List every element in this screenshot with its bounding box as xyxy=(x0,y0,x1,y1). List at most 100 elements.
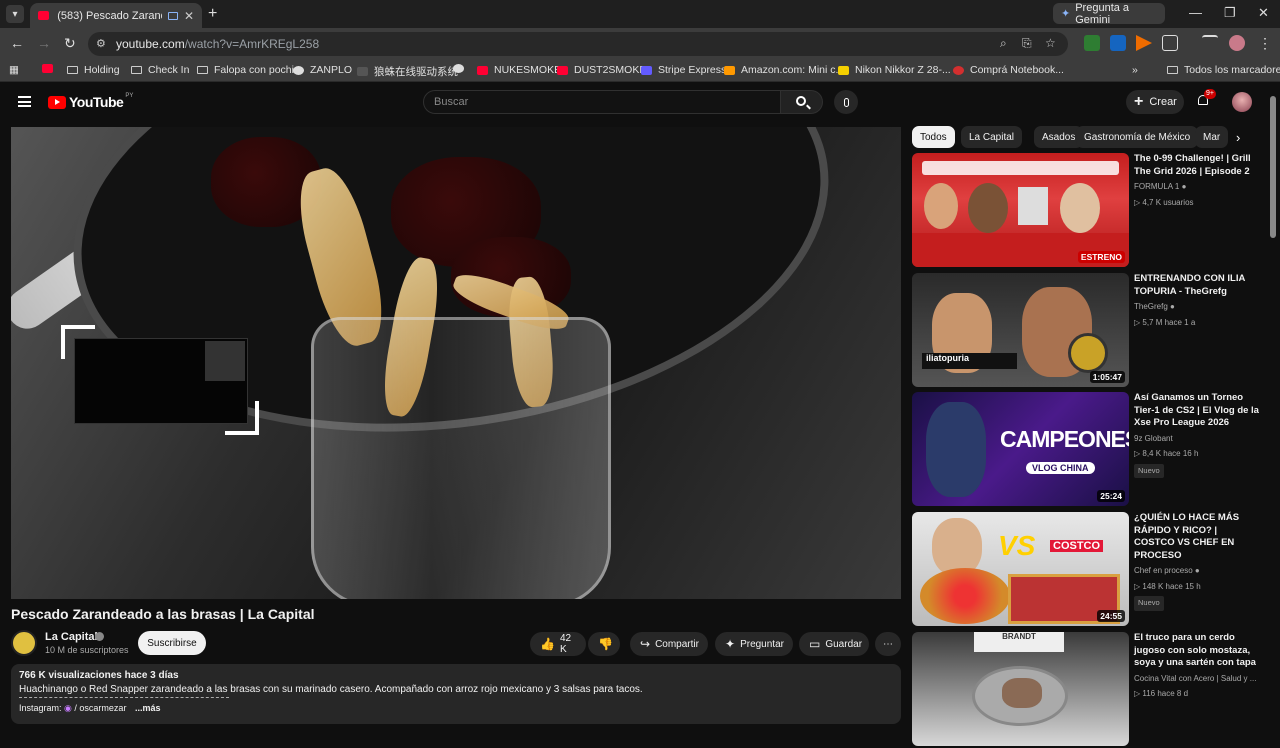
bookmark-folder[interactable]: Falopa con pochi xyxy=(197,64,294,76)
chip-gastronomia[interactable]: Gastronomía de México xyxy=(1076,126,1199,148)
address-bar[interactable]: ⚙ youtube.com/watch?v=AmrKREgL258 ⌕ ⎘ ☆ xyxy=(88,32,1068,56)
video-duration: 24:55 xyxy=(1097,610,1125,622)
recommendation-title[interactable]: The 0-99 Challenge! | Grill The Grid 202… xyxy=(1134,153,1260,178)
recommendation-meta: ▷ 8,4 K hace 16 h xyxy=(1134,449,1199,458)
pip-window[interactable] xyxy=(74,338,248,424)
minimize-window-icon[interactable]: — xyxy=(1189,5,1202,20)
channel-name[interactable]: La Capital xyxy=(45,631,98,643)
bookmark-star-icon[interactable]: ☆ xyxy=(1045,36,1056,50)
recommendation-meta: ▷ 4,7 K usuarios xyxy=(1134,197,1194,207)
search-input[interactable] xyxy=(434,96,764,108)
more-actions-button[interactable]: ⋯ xyxy=(875,632,901,656)
recommendation-channel[interactable]: Cocina Vital con Acero | Salud y ... xyxy=(1134,673,1260,686)
extension-play-icon[interactable] xyxy=(1136,35,1152,51)
recommendation-channel[interactable]: FORMULA 1 ● xyxy=(1134,181,1260,194)
recommendation-item[interactable]: VS COSTCO 24:55 ¿QUIÉN LO HACE MÁS RÁPID… xyxy=(912,512,1260,628)
reload-icon[interactable]: ↻ xyxy=(64,35,76,52)
recommendation-title[interactable]: ENTRENANDO CON ILIA TOPURIA - TheGrefg xyxy=(1134,273,1260,298)
extensions-puzzle-icon[interactable] xyxy=(1162,35,1178,51)
extension-icon[interactable] xyxy=(1084,35,1100,51)
tab-search-button[interactable]: ▾ xyxy=(6,5,24,23)
description-box[interactable]: 766 K visualizaciones hace 3 días Huachi… xyxy=(11,664,901,724)
show-more-link[interactable]: ...más xyxy=(135,703,161,713)
search-button[interactable] xyxy=(781,90,823,114)
close-window-icon[interactable]: ✕ xyxy=(1258,5,1269,21)
folder-icon xyxy=(131,66,142,74)
recommendation-title[interactable]: El truco para un cerdo jugoso con solo m… xyxy=(1134,632,1260,670)
new-tab-button[interactable]: + xyxy=(208,5,217,23)
bookmark-link[interactable]: ZANPLO xyxy=(293,64,352,76)
recommendation-channel[interactable]: Chef en proceso ● xyxy=(1134,565,1260,578)
video-thumbnail[interactable]: VS COSTCO 24:55 xyxy=(912,512,1129,626)
chips-next-chevron-icon[interactable]: › xyxy=(1236,130,1240,145)
bookmark-link[interactable]: NUKESMOKE xyxy=(477,64,561,76)
dislike-button[interactable]: 👎 xyxy=(588,632,620,656)
bookmark-link[interactable]: Nikon Nikkor Z 28-... xyxy=(838,64,951,76)
site-info-icon[interactable]: ⚙ xyxy=(96,37,106,50)
bookmark-link[interactable]: Amazon.com: Mini c... xyxy=(724,64,844,76)
cast-icon[interactable]: ⎘ xyxy=(1022,36,1032,51)
pip-thumbnail xyxy=(205,341,245,381)
youtube-favicon-icon xyxy=(477,65,488,75)
gemini-button[interactable]: ✦ Pregunta a Gemini xyxy=(1053,2,1165,26)
recommendation-channel[interactable]: TheGrefg ● xyxy=(1134,301,1260,314)
create-label: Crear xyxy=(1149,96,1177,108)
profile-avatar-icon[interactable] xyxy=(1229,35,1245,51)
apps-grid-icon[interactable]: ▦ xyxy=(9,64,19,76)
channel-avatar[interactable] xyxy=(11,630,37,656)
bookmark-link[interactable]: Comprá Notebook... xyxy=(953,64,1064,76)
recommendation-item[interactable]: ESTRENO The 0-99 Challenge! | Grill The … xyxy=(912,153,1260,269)
share-button[interactable]: ↪ Compartir xyxy=(630,632,708,656)
recommendation-title[interactable]: ¿QUIÉN LO HACE MÁS RÁPIDO Y RICO? | COST… xyxy=(1134,512,1260,562)
chip-todos[interactable]: Todos xyxy=(912,126,955,148)
account-avatar[interactable] xyxy=(1232,92,1252,112)
media-control-icon[interactable] xyxy=(1202,35,1218,51)
save-button[interactable]: ▭ Guardar xyxy=(799,632,869,656)
subscribe-button[interactable]: Suscribirse xyxy=(138,631,206,655)
recommendation-item[interactable]: CAMPEONES VLOG CHINA 25:24 Así Ganamos u… xyxy=(912,392,1260,508)
browser-menu-icon[interactable]: ⋮ xyxy=(1258,35,1272,52)
bookmark-youtube[interactable] xyxy=(42,64,59,73)
bookmark-folder[interactable]: Check In xyxy=(131,64,189,76)
recommendation-info: Así Ganamos un Torneo Tier-1 de CS2 | El… xyxy=(1134,392,1260,478)
ask-button[interactable]: ✦ Preguntar xyxy=(715,632,793,656)
bookmark-folder[interactable]: Holding xyxy=(67,64,120,76)
pip-resize-handle[interactable] xyxy=(225,401,259,435)
bookmark-link[interactable]: 狼蛛在线驱动系统 xyxy=(357,64,458,79)
create-button[interactable]: + Crear xyxy=(1126,90,1184,114)
video-thumbnail[interactable]: BRANDT xyxy=(912,632,1129,746)
zoom-lens-icon[interactable]: ⌕ xyxy=(1000,36,1007,51)
like-button[interactable]: 👍 42 K xyxy=(530,632,586,656)
chip-mar[interactable]: Mar xyxy=(1195,126,1229,148)
video-thumbnail[interactable]: ESTRENO xyxy=(912,153,1129,267)
bookmark-link[interactable] xyxy=(453,64,470,73)
video-thumbnail[interactable]: iliatopuria 1:05:47 xyxy=(912,273,1129,387)
browser-tab[interactable]: (583) Pescado Zarandeado a ✕ xyxy=(30,3,202,28)
restore-window-icon[interactable]: ❐ xyxy=(1224,5,1236,21)
forward-arrow-icon[interactable]: → xyxy=(37,35,51,51)
extension-icon[interactable] xyxy=(1110,35,1126,51)
recommendation-item[interactable]: iliatopuria 1:05:47 ENTRENANDO CON ILIA … xyxy=(912,273,1260,389)
video-player[interactable] xyxy=(11,127,901,599)
menu-hamburger-icon[interactable] xyxy=(18,96,31,107)
pip-resize-handle[interactable] xyxy=(61,325,95,359)
more-bookmarks-button[interactable]: » xyxy=(1132,64,1138,76)
all-bookmarks-folder[interactable]: Todos los marcadores xyxy=(1167,64,1280,76)
notifications-bell-icon[interactable]: 9+ xyxy=(1196,89,1216,108)
sparkle-icon: ✦ xyxy=(725,637,736,651)
video-duration: 1:05:47 xyxy=(1089,371,1125,383)
voice-search-button[interactable] xyxy=(834,90,858,114)
page-scrollbar[interactable] xyxy=(1270,96,1276,238)
youtube-logo[interactable]: YouTube PY xyxy=(48,93,133,110)
video-thumbnail[interactable]: CAMPEONES VLOG CHINA 25:24 xyxy=(912,392,1129,506)
back-arrow-icon[interactable]: ← xyxy=(10,35,24,51)
recommendation-channel[interactable]: 9z Globant xyxy=(1134,433,1260,446)
bookmark-link[interactable]: Stripe Express xyxy=(641,64,726,76)
tab-close-icon[interactable]: ✕ xyxy=(184,9,194,23)
chip-la-capital[interactable]: La Capital xyxy=(961,126,1023,148)
bookmark-link[interactable]: DUST2SMOKE xyxy=(557,64,646,76)
thumbnail-text: CAMPEONES xyxy=(1000,426,1129,452)
instagram-link[interactable]: / oscarmezar xyxy=(74,703,126,713)
recommendation-item[interactable]: BRANDT El truco para un cerdo jugoso con… xyxy=(912,632,1260,748)
recommendation-title[interactable]: Así Ganamos un Torneo Tier-1 de CS2 | El… xyxy=(1134,392,1260,430)
